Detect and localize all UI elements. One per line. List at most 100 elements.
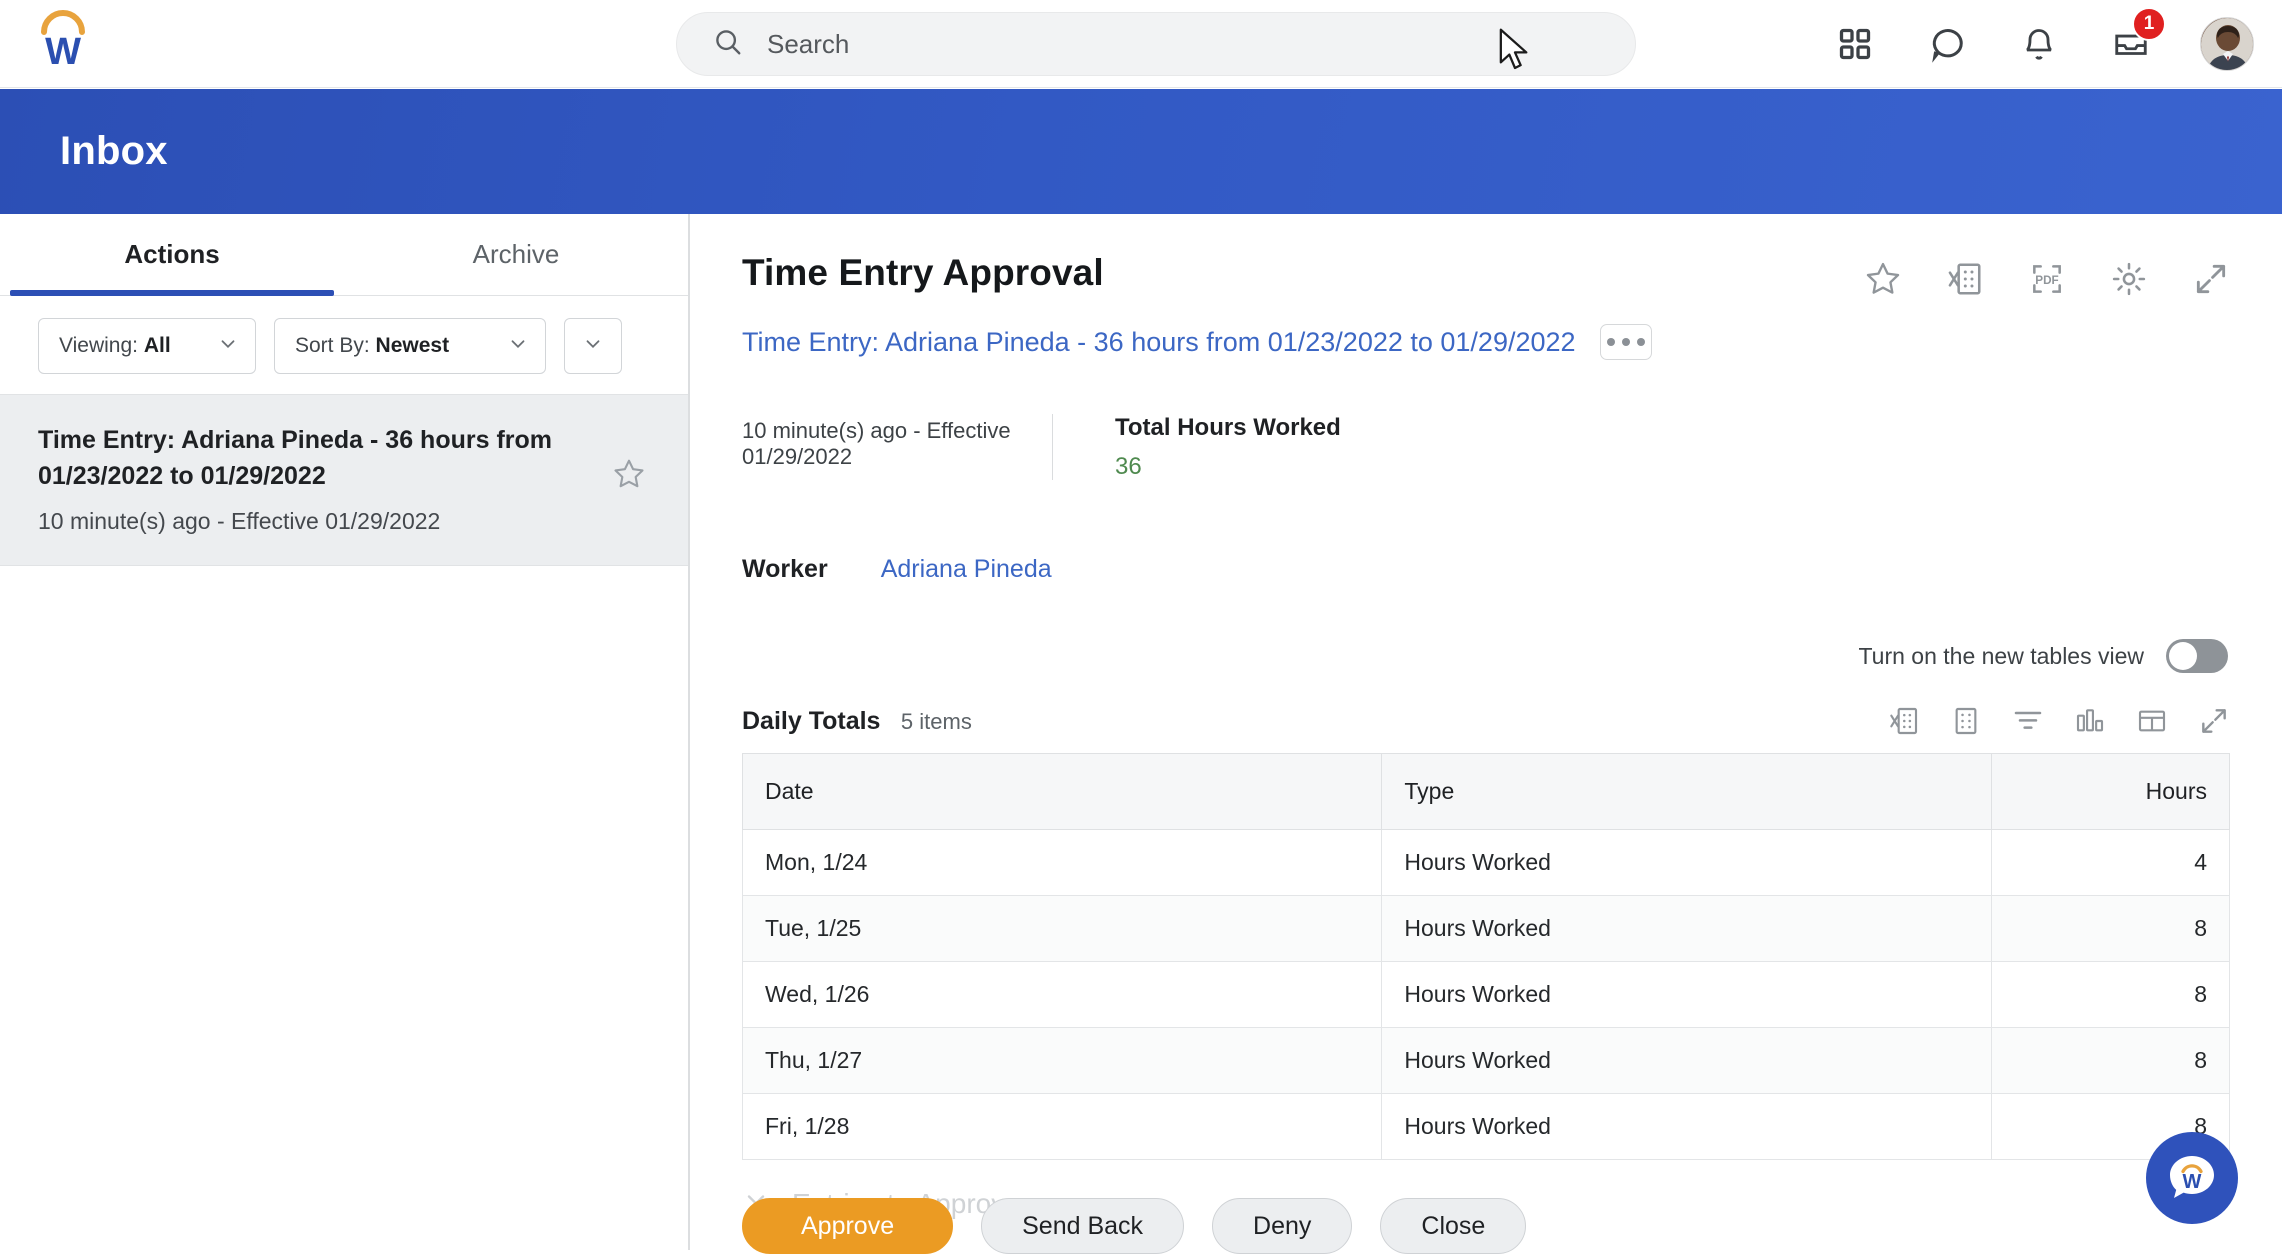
send-back-button[interactable]: Send Back: [981, 1198, 1184, 1254]
chevron-down-icon: [582, 333, 604, 360]
search-bar[interactable]: [676, 12, 1636, 76]
star-icon[interactable]: [1864, 260, 1902, 298]
sidebar-filters: Viewing: All Sort By: Newest: [0, 296, 688, 394]
total-hours-block: Total Hours Worked 36: [1115, 414, 1341, 481]
page-title: Inbox: [60, 129, 168, 174]
toggle-knob: [2169, 642, 2197, 670]
task-header: Time Entry Approval PDF: [742, 252, 2230, 298]
column-header-type[interactable]: Type: [1382, 754, 1992, 830]
top-bar-icon-group: 1: [1832, 0, 2254, 88]
task-meta-row: 10 minute(s) ago - Effective 01/29/2022 …: [742, 414, 2230, 481]
task-title: Time Entry Approval: [742, 252, 1104, 294]
daily-totals-header: Daily Totals 5 items: [742, 705, 2230, 737]
inbox-tray-icon[interactable]: 1: [2108, 21, 2154, 67]
inbox-item-subtitle: 10 minute(s) ago - Effective 01/29/2022: [38, 508, 654, 535]
close-button[interactable]: Close: [1380, 1198, 1526, 1254]
chat-bubble-icon[interactable]: [1924, 21, 1970, 67]
excel-export-icon[interactable]: [1888, 705, 1920, 737]
bell-icon[interactable]: [2016, 21, 2062, 67]
dot-icon: [1607, 338, 1615, 346]
new-tables-view-toggle[interactable]: [2166, 639, 2228, 673]
cell-date: Mon, 1/24: [743, 830, 1382, 896]
grid-view-icon[interactable]: [1950, 705, 1982, 737]
column-header-date[interactable]: Date: [743, 754, 1382, 830]
cell-date: Wed, 1/26: [743, 962, 1382, 1028]
table-header-row: Date Type Hours: [743, 754, 2230, 830]
deny-button[interactable]: Deny: [1212, 1198, 1352, 1254]
star-icon[interactable]: [612, 457, 646, 496]
workday-logo[interactable]: W: [32, 10, 94, 72]
expand-icon[interactable]: [2192, 260, 2230, 298]
workday-assistant-button[interactable]: W: [2146, 1132, 2238, 1224]
cell-hours: 8: [1992, 962, 2230, 1028]
cell-date: Fri, 1/28: [743, 1094, 1382, 1160]
search-icon: [713, 27, 743, 62]
cell-type: Hours Worked: [1382, 1028, 1992, 1094]
cell-date: Thu, 1/27: [743, 1028, 1382, 1094]
top-navigation-bar: W: [0, 0, 2282, 88]
sort-by-dropdown[interactable]: Sort By: Newest: [274, 318, 546, 374]
daily-totals-toolbar: [1888, 705, 2230, 737]
meta-divider: [1052, 414, 1053, 480]
task-timestamp: 10 minute(s) ago - Effective 01/29/2022: [742, 414, 1052, 470]
viewing-filter-label: Viewing: All: [59, 334, 171, 358]
daily-totals-title: Daily Totals: [742, 707, 880, 735]
dot-icon: [1622, 338, 1630, 346]
viewing-filter-dropdown[interactable]: Viewing: All: [38, 318, 256, 374]
table-row[interactable]: Fri, 1/28 Hours Worked 8: [743, 1094, 2230, 1160]
approve-button[interactable]: Approve: [742, 1198, 953, 1254]
inbox-item-title: Time Entry: Adriana Pineda - 36 hours fr…: [38, 423, 598, 494]
cell-type: Hours Worked: [1382, 962, 1992, 1028]
chevron-down-icon: [217, 333, 239, 360]
mouse-cursor: [1498, 28, 1532, 79]
cell-type: Hours Worked: [1382, 830, 1992, 896]
apps-grid-icon[interactable]: [1832, 21, 1878, 67]
table-row[interactable]: Thu, 1/27 Hours Worked 8: [743, 1028, 2230, 1094]
chart-icon[interactable]: [2074, 705, 2106, 737]
daily-totals-count: 5 items: [901, 709, 972, 734]
cell-hours: 4: [1992, 830, 2230, 896]
column-header-hours[interactable]: Hours: [1992, 754, 2230, 830]
cell-hours: 8: [1992, 896, 2230, 962]
excel-export-icon[interactable]: [1946, 260, 1984, 298]
search-input[interactable]: [767, 29, 1547, 60]
chevron-down-icon: [507, 333, 529, 360]
worker-row: Worker Adriana Pineda: [742, 555, 2230, 584]
table-row[interactable]: Mon, 1/24 Hours Worked 4: [743, 830, 2230, 896]
table-row[interactable]: Wed, 1/26 Hours Worked 8: [743, 962, 2230, 1028]
overflow-menu-button[interactable]: [1600, 324, 1652, 360]
gear-icon[interactable]: [2110, 260, 2148, 298]
tab-archive[interactable]: Archive: [344, 214, 688, 295]
new-tables-view-row: Turn on the new tables view: [742, 639, 2230, 673]
tab-actions[interactable]: Actions: [0, 214, 344, 295]
action-button-bar: Approve Send Back Deny Close: [690, 1198, 2282, 1250]
column-config-icon[interactable]: [2136, 705, 2168, 737]
task-toolbar: PDF: [1864, 260, 2230, 298]
total-hours-label: Total Hours Worked: [1115, 414, 1341, 442]
daily-totals-table: Date Type Hours Mon, 1/24 Hours Worked 4…: [742, 753, 2230, 1160]
svg-text:W: W: [45, 31, 81, 72]
filter-icon[interactable]: [2012, 705, 2044, 737]
worker-label: Worker: [742, 555, 828, 584]
expand-icon[interactable]: [2198, 705, 2230, 737]
more-filters-button[interactable]: [564, 318, 622, 374]
task-detail-panel: Time Entry Approval PDF: [690, 214, 2282, 1250]
table-row[interactable]: Tue, 1/25 Hours Worked 8: [743, 896, 2230, 962]
sidebar-tabs: Actions Archive: [0, 214, 688, 296]
dot-icon: [1637, 338, 1645, 346]
new-tables-view-label: Turn on the new tables view: [1858, 643, 2144, 670]
inbox-sidebar: Actions Archive Viewing: All Sort By: Ne…: [0, 214, 689, 1250]
task-subtitle-link[interactable]: Time Entry: Adriana Pineda - 36 hours fr…: [742, 327, 1576, 358]
cell-type: Hours Worked: [1382, 896, 1992, 962]
total-hours-value: 36: [1115, 453, 1341, 481]
avatar[interactable]: [2200, 17, 2254, 71]
daily-totals-title-group: Daily Totals 5 items: [742, 707, 972, 736]
cell-date: Tue, 1/25: [743, 896, 1382, 962]
pdf-export-icon[interactable]: PDF: [2028, 260, 2066, 298]
cell-hours: 8: [1992, 1028, 2230, 1094]
worker-link[interactable]: Adriana Pineda: [881, 555, 1052, 584]
task-subtitle-row: Time Entry: Adriana Pineda - 36 hours fr…: [742, 324, 2230, 360]
svg-text:PDF: PDF: [2035, 274, 2058, 287]
list-item[interactable]: Time Entry: Adriana Pineda - 36 hours fr…: [0, 394, 688, 566]
page-banner: Inbox: [0, 89, 2282, 214]
